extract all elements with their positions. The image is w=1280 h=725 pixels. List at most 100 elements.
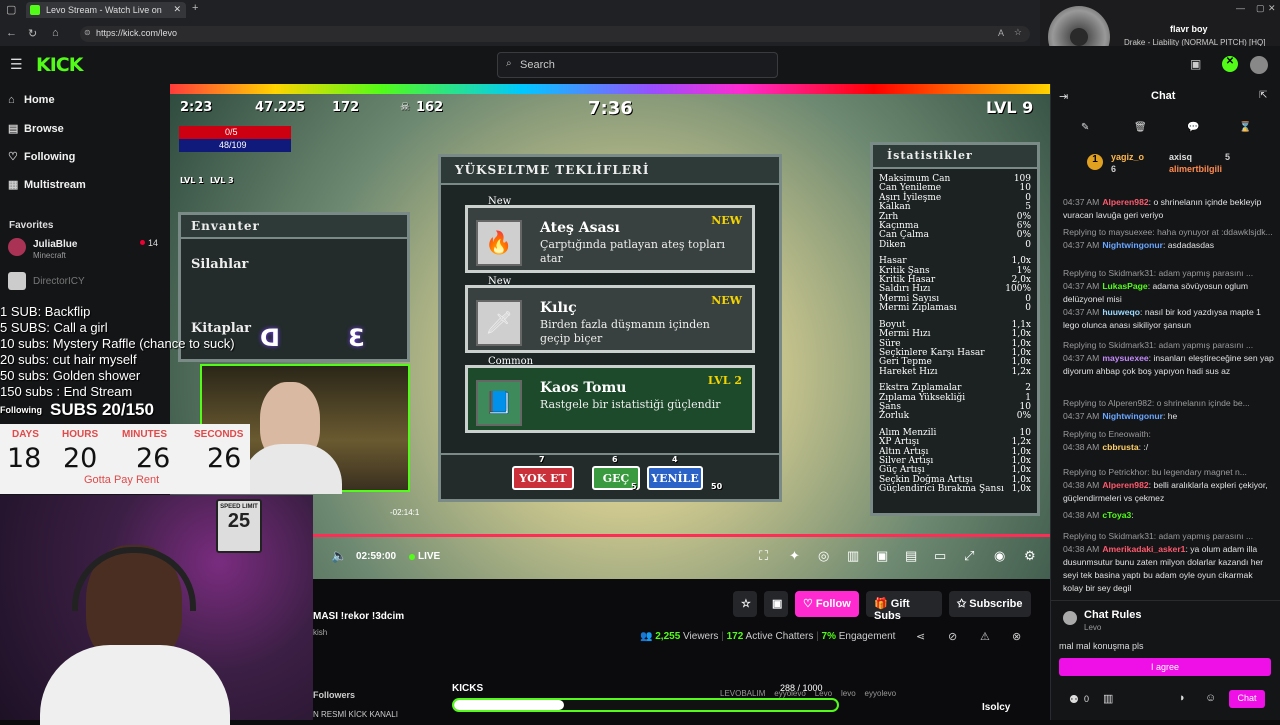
clip-icon[interactable]: ⛶ (759, 548, 768, 564)
gifter-name[interactable]: yagiz_o (1111, 152, 1144, 162)
target-icon[interactable]: ◎ (818, 548, 829, 564)
emote-icon[interactable]: ☺ (1205, 692, 1216, 704)
sidebar-toggle-icon[interactable]: ▢ (6, 3, 16, 16)
chapters-icon[interactable]: ▥ (847, 548, 859, 564)
chat-message[interactable]: 04:37 AM Alperen982: o shrinelanın içinde… (1063, 196, 1275, 222)
chat-username[interactable]: huuweqo (1102, 307, 1140, 317)
menu-icon[interactable]: ☰ (10, 56, 23, 73)
offer-card[interactable]: Common 📘 Kaos Tomu Rastgele bir istatist… (465, 356, 755, 433)
chat-message[interactable]: Replying to Alperen982: o shrinelanın iç… (1063, 397, 1275, 423)
kick-coin-icon[interactable]: ✕ (1222, 56, 1238, 72)
follow-button[interactable]: ♡ Follow (795, 591, 859, 617)
chat-username[interactable]: LukasPage (1102, 281, 1147, 291)
share-icon[interactable]: ⋖ (916, 630, 925, 643)
search-input[interactable]: Search (497, 52, 778, 78)
read-aloud-icon[interactable]: A (998, 28, 1004, 38)
back-icon[interactable]: ← (6, 27, 17, 39)
maximize-icon[interactable]: ▢ (1256, 3, 1265, 14)
sub-goals-overlay: 1 SUB: Backflip 5 SUBS: Call a girl 10 s… (0, 304, 260, 424)
chat-message[interactable]: Replying to Skidmark31: adam yapmış para… (1063, 267, 1275, 306)
close-tab-icon[interactable]: ✕ (173, 4, 181, 15)
address-bar[interactable]: ⊜ https://kick.com/levo A ☆ (80, 26, 1030, 42)
popout-icon[interactable]: ⇱ (1259, 90, 1267, 101)
sparkle-icon[interactable]: ✦ (789, 548, 800, 564)
pin-icon[interactable]: ✎ (1081, 122, 1089, 133)
subscribe-label: Subscribe (969, 598, 1023, 610)
favorite-juliablue[interactable]: JuliaBlue Minecraft (8, 238, 77, 260)
kick-logo[interactable]: KICK (36, 54, 83, 76)
collapse-chat-icon[interactable]: ⇥ (1059, 90, 1068, 103)
favorite-star-icon[interactable]: ☆ (1014, 27, 1022, 38)
store-icon[interactable]: ▥ (1103, 692, 1113, 705)
social-link[interactable]: eyyolevo (865, 689, 897, 698)
chat-username[interactable]: Alperen982 (1102, 197, 1148, 207)
chat-username[interactable]: Nightwingonur (1102, 240, 1163, 250)
stream-category[interactable]: kish (313, 628, 327, 637)
nav-multistream[interactable]: ▦ Multistream (8, 178, 86, 191)
nav-browse[interactable]: ▤ Browse (8, 122, 64, 135)
volume-icon[interactable]: 🔈 (331, 548, 347, 564)
clip-folder-icon[interactable]: ▤ (905, 548, 917, 564)
gift-subs-button[interactable]: 🎁 Gift Subs (866, 591, 942, 622)
browser-tab[interactable]: Levo Stream - Watch Live on ✕ (26, 2, 186, 18)
chat-username[interactable]: Nightwingonur (1102, 411, 1163, 421)
chat-message[interactable]: Replying to Eneowaith: 04:38 AM cbbrusta: … (1063, 428, 1275, 454)
nav-home[interactable]: ⌂ Home (8, 94, 55, 106)
gifter-name[interactable]: alimertbilgili (1169, 164, 1222, 174)
social-link[interactable]: eyyolevo (774, 689, 806, 698)
gif-icon[interactable]: ◗ (1179, 692, 1186, 704)
chat-message[interactable]: Replying to Skidmark31: adam yapmış para… (1063, 339, 1275, 378)
offer-card[interactable]: New 🗡 Kılıç Birden fazla düşmanın içinde… (465, 276, 755, 353)
hide-icon[interactable]: ⊘ (948, 630, 957, 643)
hourglass-icon[interactable]: ⌛ (1239, 122, 1251, 133)
site-info-icon[interactable]: ⊜ (84, 28, 91, 37)
offer-card[interactable]: New 🔥 Ateş Asası Çarptığında patlayan at… (465, 196, 755, 273)
social-link[interactable]: Levo (815, 689, 832, 698)
window-close-icon[interactable]: ✕ (1268, 3, 1276, 14)
reload-icon[interactable]: ↻ (28, 27, 37, 40)
reply-context: Replying to Skidmark31: adam yapmış para… (1063, 340, 1254, 350)
chat-message[interactable]: 04:38 AM cToya3: (1063, 509, 1275, 522)
banish-button[interactable]: YOK ET (512, 466, 574, 490)
chat-username[interactable]: maysuexee (1102, 353, 1148, 363)
home-icon[interactable]: ⌂ (52, 27, 59, 39)
nav-multistream-label: Multistream (24, 179, 86, 191)
chat-username[interactable]: cbbrusta (1102, 442, 1138, 452)
subscribe-button[interactable]: ✩ Subscribe (949, 591, 1031, 617)
minimize-icon[interactable]: — (1236, 3, 1245, 13)
chat-message[interactable]: Replying to maysuexee: haha oynuyor at :… (1063, 226, 1275, 252)
chat-username[interactable]: Amerikadaki_asker1 (1102, 544, 1185, 554)
theater-icon[interactable]: ▭ (934, 548, 946, 564)
gifter-name[interactable]: axisq (1169, 152, 1192, 162)
sub-goal-item: 5 SUBS: Call a girl (0, 320, 108, 335)
video-progress[interactable] (313, 534, 1050, 537)
chat-message[interactable]: 04:37 AM huuweqo: nasıl bir kod yazdıysa … (1063, 306, 1275, 332)
warning-icon[interactable]: ⚠ (980, 630, 990, 643)
trash-icon[interactable]: 🗑 (1134, 122, 1147, 133)
agree-button[interactable]: I agree (1059, 658, 1271, 676)
chat-username[interactable]: cToya3 (1102, 510, 1131, 520)
chat-bubble-icon[interactable]: 💬 (1187, 122, 1199, 133)
social-link[interactable]: LEVOBALIM (720, 689, 765, 698)
favorite-directoricy[interactable]: DirectorICY (8, 272, 85, 290)
user-avatar[interactable] (1250, 56, 1268, 74)
fullscreen-icon[interactable]: ⤢ (964, 548, 974, 564)
reply-context: Replying to Skidmark31: adam yapmış para… (1063, 268, 1254, 278)
pip-icon[interactable]: ▣ (876, 548, 888, 564)
chat-message[interactable]: Replying to Skidmark31: adam yapmış para… (1063, 530, 1275, 595)
quality-icon[interactable]: ◉ (994, 548, 1005, 564)
chat-message[interactable]: Replying to Petrickhor: bu legendary mag… (1063, 466, 1275, 505)
browser-chrome: ▢ Levo Stream - Watch Live on ✕ + ← ↻ ⌂ … (0, 0, 1280, 70)
chat-send-button[interactable]: Chat (1229, 690, 1265, 708)
social-link[interactable]: levo (841, 689, 856, 698)
mute-icon[interactable]: ⊗ (1012, 630, 1021, 643)
nav-following[interactable]: ♡ Following (8, 150, 75, 163)
reroll-button[interactable]: YENİLE (647, 466, 703, 490)
star-icon[interactable]: ☆ (733, 591, 757, 617)
social-links: LEVOBALIM eyyolevo Levo levo eyyolevo (720, 689, 896, 698)
notification-icon[interactable]: ▣ (764, 591, 788, 617)
settings-gear-icon[interactable]: ⚙ (1024, 548, 1036, 564)
new-tab-icon[interactable]: + (192, 2, 198, 14)
chat-username[interactable]: Alperen982 (1102, 480, 1148, 490)
cast-icon[interactable]: ▣ (1190, 57, 1201, 71)
